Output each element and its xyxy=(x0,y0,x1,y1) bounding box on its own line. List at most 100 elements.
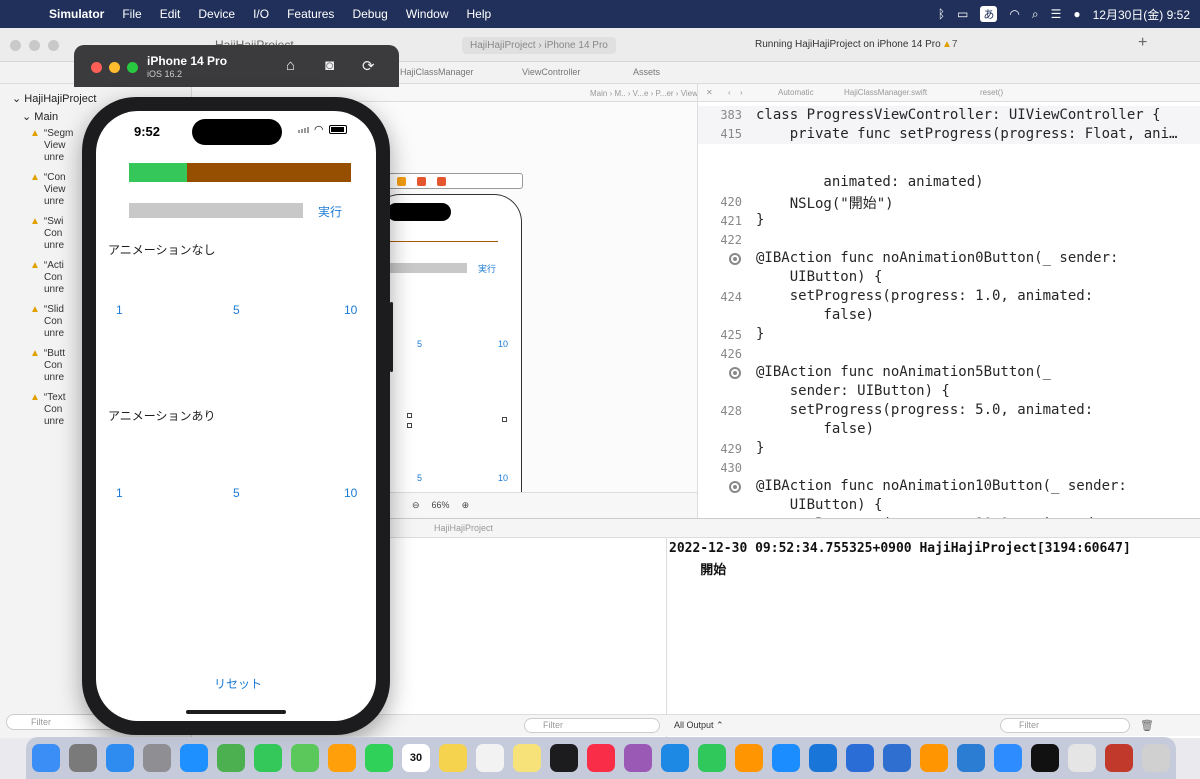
home-indicator[interactable] xyxy=(186,710,286,714)
dock-font-book-icon[interactable] xyxy=(1068,744,1096,772)
canvas-scrollbar[interactable] xyxy=(390,302,393,372)
dock-terminal-icon[interactable] xyxy=(1031,744,1059,772)
dock-stickies-icon[interactable] xyxy=(513,744,541,772)
resize-handle[interactable] xyxy=(407,423,412,428)
dock-finder-icon[interactable] xyxy=(32,744,60,772)
dock-trash-icon[interactable] xyxy=(1142,744,1170,772)
variables-filter-input[interactable]: Filter xyxy=(524,718,660,733)
back-icon[interactable]: ‹ xyxy=(728,88,731,97)
bluetooth-icon[interactable]: ᛒ xyxy=(938,7,945,21)
storyboard-scene[interactable]: 実行 なし 5 10 あり 5 10 xyxy=(372,194,522,504)
storyboard-progress-view[interactable] xyxy=(388,241,498,242)
jump-bar-file[interactable]: HajiClassManager.swift xyxy=(844,88,927,97)
dock-simulator-icon[interactable] xyxy=(883,744,911,772)
view-controller-icon[interactable] xyxy=(397,177,406,186)
storyboard-progress-bar[interactable] xyxy=(387,263,467,273)
animation-10-button[interactable]: 10 xyxy=(344,486,357,500)
dock-safari-icon[interactable] xyxy=(180,744,208,772)
issue-item[interactable]: ▲ “Slid Con unre xyxy=(30,304,64,340)
menu-file[interactable]: File xyxy=(113,7,150,21)
menu-window[interactable]: Window xyxy=(397,7,458,21)
animation-1-button[interactable]: 1 xyxy=(116,486,123,500)
zoom-in-icon[interactable]: ⊕ xyxy=(462,500,470,511)
storyboard-button-10[interactable]: 10 xyxy=(498,339,508,349)
dock-facetime-icon[interactable] xyxy=(365,744,393,772)
spotlight-icon[interactable]: ⌕ xyxy=(1032,7,1039,22)
zoom-window-button[interactable] xyxy=(127,62,138,73)
minimize-window-button[interactable] xyxy=(29,40,40,51)
siri-icon[interactable]: ● xyxy=(1073,7,1080,21)
warning-count[interactable]: ▲7 xyxy=(942,39,957,50)
animation-5-button[interactable]: 5 xyxy=(233,486,240,500)
reset-button[interactable]: リセット xyxy=(214,675,262,692)
first-responder-icon[interactable] xyxy=(417,177,426,186)
tab-assets[interactable]: Assets xyxy=(633,67,660,77)
dock-podcasts-icon[interactable] xyxy=(624,744,652,772)
iphone-screen[interactable]: 9:52 ◠ 実行 アニメーションなし 1 5 10 アニメーションあり 1 5… xyxy=(96,111,376,721)
issue-item[interactable]: ▲ “Acti Con unre xyxy=(30,260,64,296)
console-filter-input[interactable]: Filter xyxy=(1000,718,1130,733)
issue-item[interactable]: ▲ “Con View unre xyxy=(30,172,66,208)
dock-system-settings-icon[interactable] xyxy=(143,744,171,772)
dock-messages-icon[interactable] xyxy=(254,744,282,772)
assistant-mode[interactable]: Automatic xyxy=(778,88,814,97)
storyboard-run-button[interactable]: 実行 xyxy=(478,262,496,275)
storyboard-button-10[interactable]: 10 xyxy=(498,473,508,483)
dock-launchpad-icon[interactable] xyxy=(69,744,97,772)
close-editor-icon[interactable]: ✕ xyxy=(706,88,713,97)
resize-handle[interactable] xyxy=(502,417,507,422)
menu-debug[interactable]: Debug xyxy=(343,7,396,21)
debug-process[interactable]: HajiHajiProject xyxy=(434,523,493,533)
run-button[interactable]: 実行 xyxy=(318,203,342,220)
storyboard-button-5[interactable]: 5 xyxy=(417,339,422,349)
dock-chrome-icon[interactable] xyxy=(217,744,245,772)
dock-photos-icon[interactable] xyxy=(328,744,356,772)
menu-io[interactable]: I/O xyxy=(244,7,278,21)
dock-mail-icon[interactable] xyxy=(106,744,134,772)
close-window-button[interactable] xyxy=(10,40,21,51)
no-animation-5-button[interactable]: 5 xyxy=(233,303,240,317)
dock-reminders-icon[interactable] xyxy=(476,744,504,772)
issue-item[interactable]: ▲ “Text Con unre xyxy=(30,392,66,428)
dock-notes-icon[interactable] xyxy=(439,744,467,772)
tab-view-controller[interactable]: ViewController xyxy=(522,67,580,77)
resize-handle[interactable] xyxy=(407,413,412,418)
rotate-icon[interactable]: ⟳ xyxy=(362,57,375,75)
dock-atok-icon[interactable] xyxy=(1105,744,1133,772)
dock-app-store-icon[interactable] xyxy=(772,744,800,772)
dock-books-icon[interactable] xyxy=(920,744,948,772)
screenshot-icon[interactable]: ◙ xyxy=(325,57,334,74)
menu-simulator[interactable]: Simulator xyxy=(40,7,113,21)
forward-icon[interactable]: › xyxy=(740,88,743,97)
outlet-connection-icon[interactable] xyxy=(729,481,741,493)
dock-keynote-icon[interactable] xyxy=(661,744,689,772)
wifi-icon[interactable]: ◠ xyxy=(1009,7,1019,21)
menu-device[interactable]: Device xyxy=(189,7,244,21)
no-animation-10-button[interactable]: 10 xyxy=(344,303,357,317)
issue-item[interactable]: ▲ “Butt Con unre xyxy=(30,348,65,384)
dock-maps-icon[interactable] xyxy=(291,744,319,772)
trash-icon[interactable]: 🗑 xyxy=(1140,719,1154,732)
navigator-main-group[interactable]: ⌄ Main xyxy=(22,110,58,123)
dock-numbers-icon[interactable] xyxy=(698,744,726,772)
dock-vs-code-icon[interactable] xyxy=(957,744,985,772)
dock-calendar-icon[interactable]: 30 xyxy=(402,744,430,772)
dock-zoom-icon[interactable] xyxy=(994,744,1022,772)
dock-pages-icon[interactable] xyxy=(735,744,763,772)
battery-icon[interactable]: ▭ xyxy=(957,7,968,21)
scheme-selector[interactable]: HajiHajiProject › iPhone 14 Pro xyxy=(462,37,616,54)
home-icon[interactable]: ⌂ xyxy=(286,57,295,74)
dock-apple-tv-icon[interactable] xyxy=(550,744,578,772)
no-animation-1-button[interactable]: 1 xyxy=(116,303,123,317)
issue-item[interactable]: ▲ “Segm View unre xyxy=(30,128,73,164)
close-window-button[interactable] xyxy=(91,62,102,73)
tab-haji-class-manager[interactable]: HajiClassManager xyxy=(400,67,474,77)
menu-clock[interactable]: 12月30日(金) 9:52 xyxy=(1093,6,1190,23)
menu-features[interactable]: Features xyxy=(278,7,343,21)
jump-bar-function[interactable]: reset() xyxy=(980,88,1003,97)
zoom-window-button[interactable] xyxy=(48,40,59,51)
outlet-connection-icon[interactable] xyxy=(729,367,741,379)
exit-icon[interactable] xyxy=(437,177,446,186)
navigator-project-root[interactable]: ⌄ HajiHajiProject xyxy=(12,92,96,105)
dock-instruments-icon[interactable] xyxy=(846,744,874,772)
